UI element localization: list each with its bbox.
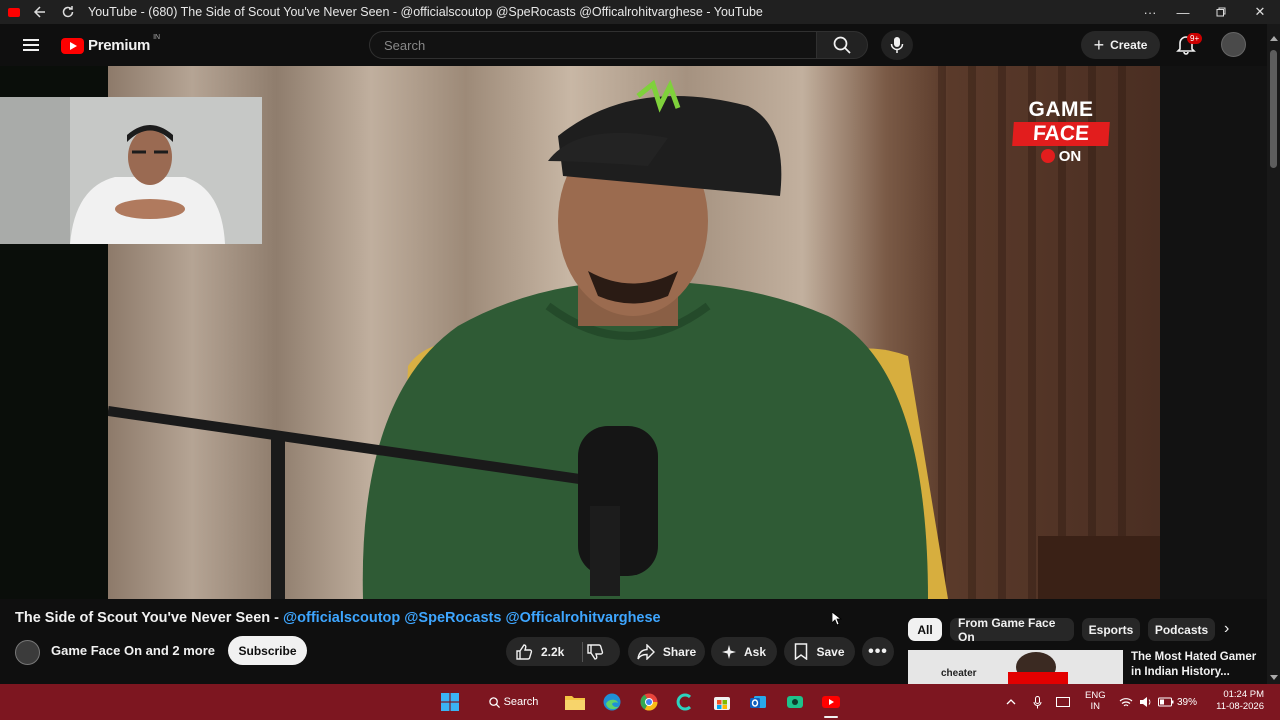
outlook-icon[interactable] <box>747 691 769 713</box>
windows-start-icon[interactable] <box>439 691 461 713</box>
power-icon <box>1040 149 1055 163</box>
app-icon-c[interactable] <box>674 691 696 713</box>
microphone-icon <box>890 37 904 53</box>
wifi-icon[interactable] <box>1115 691 1137 713</box>
overlay-line-3: ON <box>1058 148 1082 165</box>
close-icon[interactable]: ✕ <box>1242 0 1278 24</box>
window-title: YouTube - (680) The Side of Scout You've… <box>88 5 763 19</box>
country-code: IN <box>153 34 161 41</box>
menu-icon[interactable] <box>23 39 39 51</box>
create-label: Create <box>1110 38 1148 52</box>
more-options-icon[interactable]: ··· <box>1132 0 1168 24</box>
dislike-icon[interactable] <box>586 643 604 661</box>
sparkle-icon <box>721 644 736 659</box>
save-button[interactable]: Save <box>784 637 855 666</box>
taskbar-search[interactable]: Search <box>481 690 546 714</box>
masthead: Premium IN + Create 9+ <box>0 24 1280 66</box>
battery-icon <box>1158 697 1174 707</box>
search-icon <box>488 696 500 708</box>
share-icon <box>637 643 655 660</box>
tray-monitor-icon[interactable] <box>1052 691 1074 713</box>
notification-badge: 9+ <box>1187 33 1203 44</box>
ask-button[interactable]: Ask <box>711 637 777 666</box>
ask-label: Ask <box>743 644 766 659</box>
video-title-mentions[interactable]: @officialscoutop @SpeRocasts @Officalroh… <box>283 610 661 626</box>
reload-icon[interactable] <box>60 4 76 20</box>
search-icon <box>833 36 851 54</box>
subscribe-button[interactable]: Subscribe <box>228 636 307 665</box>
plus-icon: + <box>1093 34 1105 55</box>
back-arrow-icon[interactable] <box>32 4 48 20</box>
youtube-favicon-icon <box>8 7 20 17</box>
share-button[interactable]: Share <box>628 637 705 666</box>
minimize-icon[interactable]: — <box>1165 0 1201 24</box>
chrome-icon[interactable] <box>638 691 660 713</box>
channel-avatar[interactable] <box>15 640 40 665</box>
video-title-text: The Side of Scout You've Never Seen - <box>15 610 284 626</box>
scrollbar-thumb[interactable] <box>1270 50 1277 168</box>
video-title: The Side of Scout You've Never Seen - @o… <box>15 610 661 626</box>
search-box[interactable] <box>369 31 816 59</box>
youtube-premium-logo[interactable]: Premium IN <box>61 34 161 54</box>
edge-browser-icon[interactable] <box>601 691 623 713</box>
clock-date: 11-08-2026 <box>1216 701 1264 712</box>
more-actions-button[interactable]: ••• <box>862 637 894 666</box>
battery-percent: 39% <box>1177 696 1198 708</box>
language-line-1: ENG <box>1085 690 1106 701</box>
taskbar-search-label: Search <box>503 696 539 708</box>
related-video-title[interactable]: The Most Hated Gamer in Indian History..… <box>1131 650 1261 680</box>
account-avatar[interactable] <box>1221 32 1246 57</box>
search-input[interactable] <box>370 32 816 58</box>
overlay-line-1: GAME <box>1028 98 1094 121</box>
youtube-logo-icon <box>61 37 84 54</box>
chip-podcasts[interactable]: Podcasts <box>1148 618 1215 641</box>
media-app-icon[interactable] <box>784 691 806 713</box>
search-button[interactable] <box>816 31 868 59</box>
mouse-cursor-icon <box>831 611 843 631</box>
more-horizontal-icon: ••• <box>868 642 888 660</box>
language-indicator[interactable]: ENG IN <box>1085 690 1106 712</box>
page-scrollbar[interactable] <box>1267 24 1280 684</box>
chip-esports[interactable]: Esports <box>1082 618 1140 641</box>
chip-from-game-face-on[interactable]: From Game Face On <box>950 616 1074 644</box>
battery-indicator[interactable]: 39% <box>1158 684 1197 720</box>
bookmark-icon <box>795 643 808 660</box>
microsoft-store-icon[interactable] <box>711 691 733 713</box>
webcam-image <box>0 97 262 244</box>
active-app-indicator <box>824 716 838 718</box>
scroll-up-icon[interactable] <box>1270 36 1278 41</box>
language-line-2: IN <box>1090 701 1101 712</box>
channel-name[interactable]: Game Face On and 2 more <box>51 643 215 658</box>
like-icon[interactable] <box>515 643 533 661</box>
share-label: Share <box>662 644 697 659</box>
related-video-thumbnail[interactable]: cheater <box>908 650 1123 685</box>
scroll-down-icon[interactable] <box>1270 675 1278 680</box>
create-button[interactable]: + Create <box>1081 31 1160 59</box>
tray-chevron-up-icon[interactable] <box>1000 691 1022 713</box>
chevron-right-icon[interactable]: › <box>1224 620 1229 638</box>
volume-icon[interactable] <box>1135 691 1157 713</box>
thumbnail-text: cheater <box>941 668 977 679</box>
like-count[interactable]: 2.2k <box>541 645 564 659</box>
voice-search-button[interactable] <box>881 30 913 60</box>
clock-time: 01:24 PM <box>1223 689 1264 700</box>
chip-all[interactable]: All <box>908 618 942 641</box>
window-titlebar: YouTube - (680) The Side of Scout You've… <box>0 0 1280 24</box>
youtube-taskbar-icon[interactable] <box>820 691 842 713</box>
logo-text: Premium <box>88 37 151 54</box>
taskbar-clock[interactable]: 01:24 PM 11-08-2026 <box>1210 689 1264 713</box>
like-divider <box>582 642 583 662</box>
restore-icon[interactable] <box>1203 0 1239 24</box>
save-label: Save <box>816 644 845 659</box>
overlay-line-2: FACE <box>1012 122 1110 146</box>
file-explorer-icon[interactable] <box>564 691 586 713</box>
game-face-on-overlay: GAME FACE ON <box>990 98 1132 165</box>
webcam-overlay <box>0 97 262 244</box>
player-letterbox-right <box>1160 66 1267 599</box>
tray-microphone-icon[interactable] <box>1026 691 1048 713</box>
